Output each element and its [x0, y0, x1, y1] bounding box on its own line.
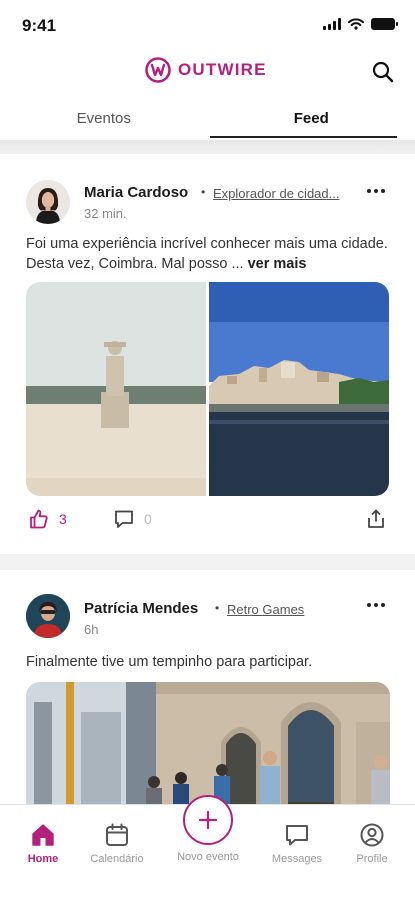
- nav-messages[interactable]: Messages: [257, 821, 337, 865]
- profile-icon: [360, 823, 384, 847]
- post-time: 6h: [84, 622, 99, 637]
- statue-photo: [26, 282, 206, 496]
- nav-profile[interactable]: Profile: [332, 821, 412, 865]
- post-more-button[interactable]: [365, 598, 387, 612]
- status-icons: [323, 18, 398, 30]
- search-button[interactable]: [369, 58, 397, 86]
- feed-list[interactable]: Maria Cardoso • Explorador de cidad... 3…: [0, 154, 415, 804]
- post-actions: 3 0: [0, 506, 415, 536]
- cellular-signal-icon: [323, 18, 341, 30]
- share-icon: [368, 509, 384, 528]
- coimbra-city-photo: [209, 282, 389, 496]
- post-time: 32 min.: [84, 206, 127, 221]
- search-icon: [372, 61, 394, 83]
- author-avatar[interactable]: [26, 180, 70, 224]
- app-logo[interactable]: OUTWIRE: [144, 56, 267, 84]
- nav-new-event-label: Novo evento: [177, 851, 239, 863]
- author-avatar[interactable]: [26, 594, 70, 638]
- battery-icon: [371, 18, 398, 30]
- comment-button[interactable]: 0: [113, 508, 152, 530]
- nav-home-label: Home: [27, 853, 59, 865]
- see-more-link[interactable]: ver mais: [248, 256, 307, 272]
- avatar-image: [26, 180, 70, 224]
- like-count: 3: [59, 511, 67, 527]
- tab-feed[interactable]: Feed: [208, 96, 415, 140]
- like-button[interactable]: 3: [28, 508, 67, 530]
- nav-calendar[interactable]: Calendário: [77, 821, 157, 865]
- tab-divider: [0, 140, 415, 154]
- nav-home[interactable]: Home: [3, 821, 83, 865]
- bottom-navigation: Home Calendário Novo evento Messages Pro…: [0, 795, 415, 900]
- thumbs-up-icon: [30, 509, 48, 529]
- plus-icon: [198, 810, 218, 830]
- nav-new-event[interactable]: Novo evento: [168, 795, 248, 863]
- new-event-button[interactable]: [183, 795, 233, 845]
- avatar-image: [26, 594, 70, 638]
- post-image-building[interactable]: [26, 682, 390, 804]
- post-image-statue[interactable]: [26, 282, 206, 496]
- status-bar: 9:41: [0, 0, 415, 48]
- app-logo-text: OUTWIRE: [178, 60, 267, 79]
- meta-separator: •: [201, 185, 206, 199]
- calendar-icon: [106, 823, 128, 846]
- nav-profile-label: Profile: [356, 853, 388, 865]
- post-more-button[interactable]: [365, 184, 387, 198]
- tab-eventos[interactable]: Eventos: [0, 96, 208, 140]
- feed-post: Patrícia Mendes • Retro Games 6h Finalme…: [0, 570, 415, 804]
- post-image-city[interactable]: [209, 282, 389, 496]
- comment-icon: [115, 510, 133, 528]
- post-group-link[interactable]: Explorador de cidad...: [213, 186, 339, 201]
- feed-tabs: Eventos Feed: [0, 96, 415, 140]
- post-text: Foi uma experiência incrível conhecer ma…: [26, 234, 396, 274]
- comment-count: 0: [144, 511, 152, 527]
- meta-separator: •: [215, 601, 220, 615]
- outwire-logo-icon: [145, 57, 171, 83]
- nav-calendar-label: Calendário: [90, 853, 144, 865]
- home-icon: [32, 824, 54, 846]
- feed-post: Maria Cardoso • Explorador de cidad... 3…: [0, 154, 415, 554]
- message-icon: [286, 825, 308, 846]
- post-author-name[interactable]: Maria Cardoso: [84, 184, 188, 201]
- post-body: Foi uma experiência incrível conhecer ma…: [26, 236, 388, 272]
- stone-building-photo: [26, 682, 390, 804]
- share-button[interactable]: [365, 508, 387, 535]
- nav-messages-label: Messages: [271, 853, 323, 865]
- app-header: OUTWIRE: [0, 48, 415, 96]
- status-time: 9:41: [22, 16, 57, 35]
- post-author-name[interactable]: Patrícia Mendes: [84, 600, 198, 617]
- wifi-icon: [348, 18, 364, 30]
- post-group-link[interactable]: Retro Games: [227, 602, 304, 617]
- post-text: Finalmente tive um tempinho para partici…: [26, 654, 313, 670]
